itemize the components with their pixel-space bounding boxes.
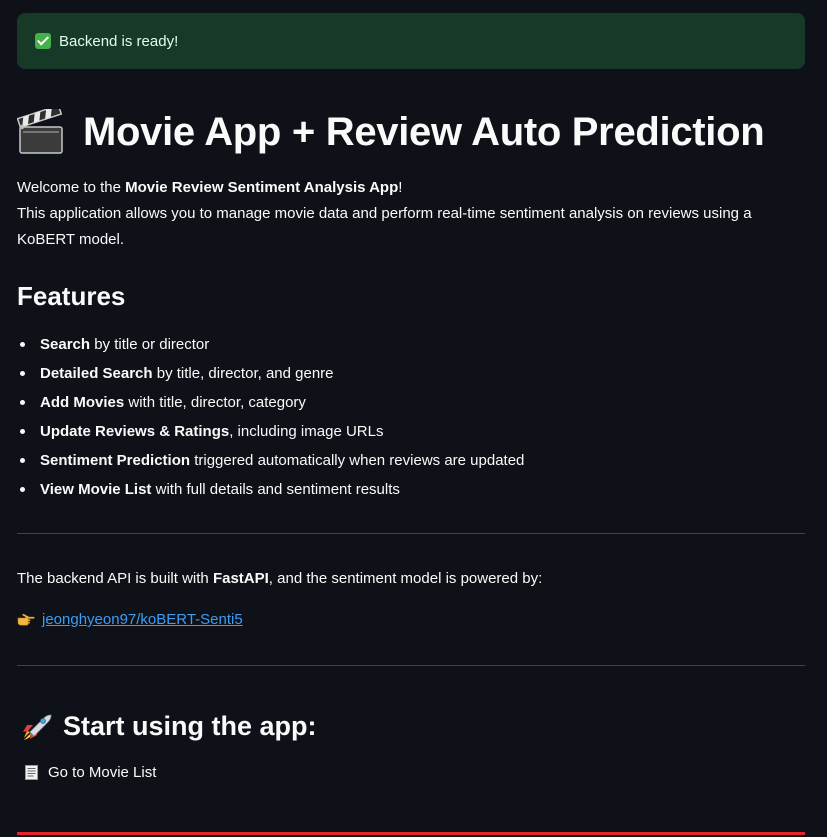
feature-detail: with full details and sentiment results [151, 481, 400, 498]
feature-name: Add Movies [40, 394, 125, 411]
feature-detail: with title, director, category [124, 394, 306, 411]
document-icon [25, 764, 38, 780]
list-item: Update Reviews & Ratings, including imag… [19, 417, 524, 446]
features-list: Search by title or director Detailed Sea… [17, 330, 524, 504]
list-item: Sentiment Prediction triggered automatic… [19, 446, 525, 475]
list-item: Detailed Search by title, director, and … [19, 359, 524, 388]
model-link-row: jeonghyeon97/koBERT-Senti5 [17, 608, 243, 632]
welcome-prefix: Welcome to the [17, 179, 126, 196]
check-mark-icon [35, 33, 51, 49]
feature-name: View Movie List [40, 481, 152, 498]
feature-detail: by title or director [90, 336, 210, 353]
alert-text: Backend is ready! [59, 32, 179, 50]
backend-info: The backend API is built with FastAPI, a… [17, 567, 542, 591]
start-heading-text: Start using the app: [63, 710, 317, 741]
page-title: Movie App + Review Auto Prediction [17, 104, 765, 160]
success-alert: Backend is ready! [17, 13, 805, 69]
model-link[interactable]: jeonghyeon97/koBERT-Senti5 [42, 608, 243, 632]
divider [17, 665, 805, 666]
movie-list-link-label[interactable]: Go to Movie List [48, 764, 156, 781]
divider [17, 533, 805, 534]
backend-prefix: The backend API is built with [17, 570, 213, 587]
feature-name: Sentiment Prediction [40, 452, 191, 469]
start-heading: Start using the app: [17, 706, 317, 746]
backend-framework: FastAPI [212, 570, 269, 587]
page-title-text: Movie App + Review Auto Prediction [83, 109, 765, 154]
feature-name: Search [40, 336, 91, 353]
feature-detail: by title, director, and genre [152, 365, 334, 382]
feature-detail: , including image URLs [229, 423, 384, 440]
accent-bar [17, 832, 805, 835]
movie-list-page-link[interactable]: Go to Movie List [25, 760, 156, 784]
welcome-line: Welcome to the Movie Review Sentiment An… [17, 175, 787, 201]
feature-detail: triggered automatically when reviews are… [190, 452, 525, 469]
feature-name: Detailed Search [40, 365, 153, 382]
intro-text: Welcome to the Movie Review Sentiment An… [17, 175, 787, 253]
rocket-icon [23, 714, 52, 740]
clapper-board-icon [17, 109, 63, 154]
app-name: Movie Review Sentiment Analysis App [125, 179, 399, 196]
list-item: Add Movies with title, director, categor… [19, 388, 524, 417]
app-description: This application allows you to manage mo… [17, 205, 752, 248]
features-heading: Features [17, 281, 126, 311]
feature-name: Update Reviews & Ratings [40, 423, 230, 440]
list-item: View Movie List with full details and se… [19, 475, 524, 504]
backend-suffix: , and the sentiment model is powered by: [268, 570, 543, 587]
list-item: Search by title or director [19, 330, 524, 359]
welcome-suffix: ! [398, 179, 403, 196]
pointing-hand-icon [17, 613, 35, 626]
